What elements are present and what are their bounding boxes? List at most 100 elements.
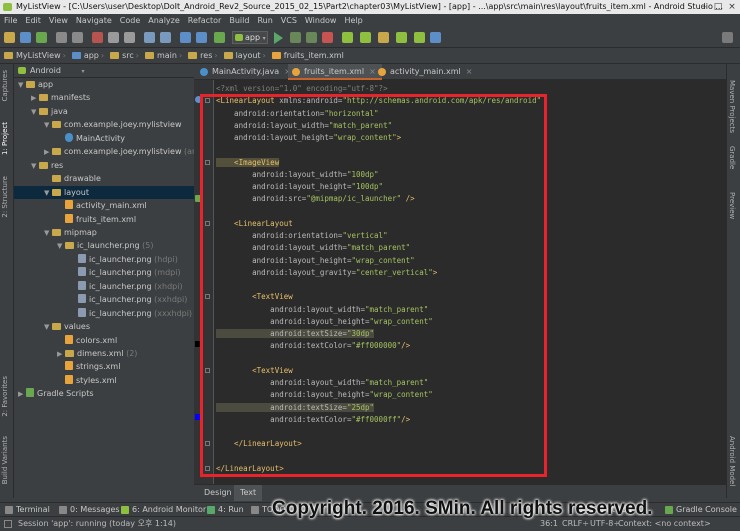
help-icon[interactable] <box>430 32 441 43</box>
tree-row-values[interactable]: ▼ values <box>14 320 194 333</box>
expand-arrow-icon[interactable]: ▼ <box>44 187 52 200</box>
breadcrumb-item[interactable]: res <box>184 48 214 64</box>
open-folder-icon[interactable] <box>4 32 15 43</box>
android-monitor-icon[interactable] <box>342 32 353 43</box>
tree-row-ic-launcher-png[interactable]: ▼ ic_launcher.png (5) <box>14 239 194 252</box>
tree-row-ic-launcher-png[interactable]: ic_launcher.png (xxhdpi) <box>14 293 194 306</box>
menu-build[interactable]: Build <box>225 14 253 28</box>
tree-row-mipmap[interactable]: ▼ mipmap <box>14 226 194 239</box>
preview-tab[interactable]: Preview <box>728 192 736 219</box>
run-icon[interactable] <box>274 32 283 44</box>
find-icon[interactable] <box>144 32 155 43</box>
tab-text[interactable]: Text <box>234 485 263 501</box>
expand-arrow-icon[interactable]: ▼ <box>44 119 52 132</box>
expand-arrow-icon[interactable]: ▼ <box>44 321 52 334</box>
tree-row-dimens-xml[interactable]: ▶ dimens.xml (2) <box>14 347 194 360</box>
menu-window[interactable]: Window <box>301 14 341 28</box>
run-config-select[interactable]: app ▾ <box>232 31 268 44</box>
tree-row-com-example-joey-mylistview[interactable]: ▼ com.example.joey.mylistview <box>14 118 194 131</box>
tree-row-ic-launcher-png[interactable]: ic_launcher.png (xxxhdpi) <box>14 307 194 320</box>
tool-window-4-run[interactable]: 4: Run <box>218 503 244 517</box>
collapse-arrow-icon[interactable]: ▶ <box>44 146 52 159</box>
save-icon[interactable] <box>20 32 31 43</box>
expand-arrow-icon[interactable]: ▼ <box>31 106 39 119</box>
tab-design[interactable]: Design <box>198 485 238 501</box>
menu-vcs[interactable]: VCS <box>277 14 301 28</box>
tool-window-0-messages[interactable]: 0: Messages <box>70 503 120 517</box>
tree-row-res[interactable]: ▼ res <box>14 159 194 172</box>
breadcrumb-item[interactable]: main <box>141 48 179 64</box>
minimize-button[interactable]: – <box>698 0 710 14</box>
tree-row-manifests[interactable]: ▶ manifests <box>14 91 194 104</box>
back-icon[interactable] <box>180 32 191 43</box>
avd-manager-icon[interactable] <box>360 32 371 43</box>
stop-icon[interactable] <box>322 32 333 43</box>
breadcrumb-item[interactable]: fruits_item.xml <box>268 48 346 64</box>
captures-tab[interactable]: Captures <box>1 70 9 101</box>
breadcrumb-item[interactable]: layout <box>220 48 263 64</box>
sync-icon[interactable] <box>36 32 47 43</box>
undo-icon[interactable] <box>56 32 67 43</box>
breadcrumb-item[interactable]: app <box>68 48 101 64</box>
menu-code[interactable]: Code <box>116 14 144 28</box>
tool-window-terminal[interactable]: Terminal <box>16 503 50 517</box>
make-project-icon[interactable] <box>214 32 225 43</box>
tab-activity-main-xml[interactable]: activity_main.xml × <box>374 64 478 80</box>
tab-fruits-item-xml[interactable]: fruits_item.xml × <box>288 64 382 80</box>
tab-mainactivity-java[interactable]: MainActivity.java× <box>196 64 297 80</box>
project-tab[interactable]: 1: Project <box>1 122 9 155</box>
tool-window-6-android-monitor[interactable]: 6: Android Monitor <box>132 503 206 517</box>
copy-icon[interactable] <box>108 32 119 43</box>
tree-row-com-example-joey-mylistview[interactable]: ▶ com.example.joey.mylistview (andro <box>14 145 194 158</box>
tree-row-layout[interactable]: ▼ layout <box>14 185 194 200</box>
project-view-selector[interactable]: Android ▾ <box>14 64 194 78</box>
collapse-arrow-icon[interactable]: ▶ <box>18 388 26 401</box>
menu-edit[interactable]: Edit <box>21 14 45 28</box>
collapse-arrow-icon[interactable]: ▶ <box>57 348 65 361</box>
tree-row-strings-xml[interactable]: strings.xml <box>14 360 194 373</box>
structure-tab[interactable]: 2: Structure <box>1 176 9 218</box>
build-variants-tab[interactable]: Build Variants <box>1 436 9 484</box>
close-tab-icon[interactable]: × <box>466 67 473 76</box>
tree-row-ic-launcher-png[interactable]: ic_launcher.png (hdpi) <box>14 253 194 266</box>
tree-row-activity-main-xml[interactable]: activity_main.xml <box>14 199 194 212</box>
expand-arrow-icon[interactable]: ▼ <box>57 240 65 253</box>
menu-navigate[interactable]: Navigate <box>72 14 116 28</box>
android-model-tab[interactable]: Android Model <box>728 436 736 486</box>
sidebar-toggle-icon[interactable] <box>722 32 733 43</box>
expand-arrow-icon[interactable]: ▼ <box>18 79 26 92</box>
debug-icon[interactable] <box>290 32 301 43</box>
tree-row-ic-launcher-png[interactable]: ic_launcher.png (mdpi) <box>14 266 194 279</box>
tips-icon[interactable] <box>378 32 389 43</box>
tree-row-fruits-item-xml[interactable]: fruits_item.xml <box>14 213 194 226</box>
tree-row-app[interactable]: ▼ app <box>14 78 194 91</box>
tree-row-drawable[interactable]: drawable <box>14 172 194 185</box>
menu-run[interactable]: Run <box>253 14 276 28</box>
replace-icon[interactable] <box>160 32 171 43</box>
menu-help[interactable]: Help <box>340 14 366 28</box>
panel-toggle-icon[interactable] <box>4 520 12 528</box>
tree-row-styles-xml[interactable]: styles.xml <box>14 374 194 387</box>
maximize-button[interactable]: □ <box>712 0 724 14</box>
menu-analyze[interactable]: Analyze <box>144 14 184 28</box>
menu-refactor[interactable]: Refactor <box>184 14 226 28</box>
expand-arrow-icon[interactable]: ▼ <box>44 227 52 240</box>
menu-file[interactable]: File <box>0 14 21 28</box>
tree-row-mainactivity[interactable]: MainActivity <box>14 132 194 145</box>
paste-icon[interactable] <box>124 32 135 43</box>
tree-row-ic-launcher-png[interactable]: ic_launcher.png (xhdpi) <box>14 280 194 293</box>
tree-row-colors-xml[interactable]: colors.xml <box>14 334 194 347</box>
redo-icon[interactable] <box>72 32 83 43</box>
breadcrumb-item[interactable]: MyListView <box>0 48 63 64</box>
maven-projects-tab[interactable]: Maven Projects <box>728 80 736 133</box>
gradle-tab[interactable]: Gradle <box>728 146 736 169</box>
tree-row-gradle-scripts[interactable]: ▶ Gradle Scripts <box>14 387 194 400</box>
favorites-tab[interactable]: 2: Favorites <box>1 376 9 417</box>
breadcrumb-item[interactable]: src <box>106 48 136 64</box>
close-button[interactable]: × <box>726 0 738 14</box>
cut-icon[interactable] <box>92 32 103 43</box>
tree-row-java[interactable]: ▼ java <box>14 105 194 118</box>
collapse-arrow-icon[interactable]: ▶ <box>31 92 39 105</box>
expand-arrow-icon[interactable]: ▼ <box>31 160 39 173</box>
attach-debugger-icon[interactable] <box>306 32 317 43</box>
